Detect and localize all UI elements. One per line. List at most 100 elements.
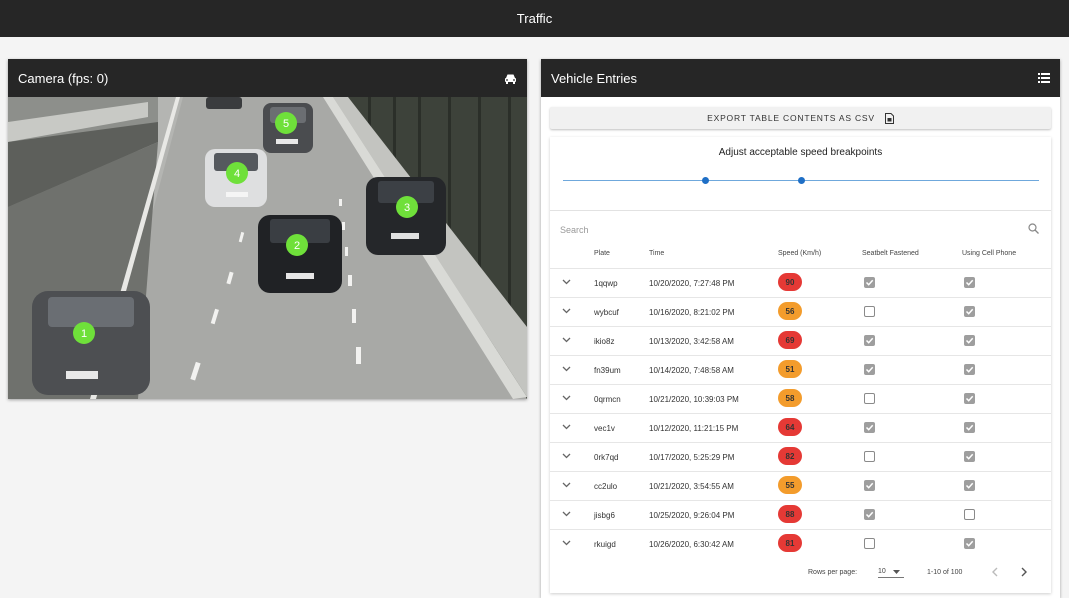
chevron-down-icon[interactable] [562,540,571,546]
cell-phone-checkbox[interactable] [964,538,975,549]
detection-label-5: 5 [283,118,289,130]
cell-phone-checkbox[interactable] [964,277,975,288]
table-row[interactable]: 1qqwp 10/20/2020, 7:27:48 PM 90 [550,268,1051,297]
menu-icon[interactable] [1038,73,1050,83]
cell-phone-checkbox[interactable] [964,335,975,346]
export-csv-button[interactable]: EXPORT TABLE CONTENTS AS CSV [550,107,1051,129]
cell-phone-checkbox[interactable] [964,393,975,404]
plate-cell: jisbg6 [594,511,615,520]
seatbelt-checkbox[interactable] [864,364,875,375]
cell-phone-checkbox[interactable] [964,306,975,317]
detection-label-1: 1 [81,328,87,340]
vehicle-entries-header: Vehicle Entries [541,59,1060,97]
plate-cell: 0rk7qd [594,453,619,462]
speed-badge: 51 [778,360,802,378]
divider [550,210,1051,211]
speed-value: 82 [785,451,795,461]
check-icon [965,366,974,373]
detection-label-4: 4 [234,168,240,180]
detection-marker-4[interactable]: 4 [226,162,248,184]
cell-phone-checkbox[interactable] [964,422,975,433]
vehicle-entries-title: Vehicle Entries [551,70,637,86]
table-row[interactable]: cc2ulo 10/21/2020, 3:54:55 AM 55 [550,471,1051,500]
breakpoints-title: Adjust acceptable speed breakpoints [718,147,883,158]
table-row[interactable]: vec1v 10/12/2020, 11:21:15 PM 64 [550,413,1051,442]
plate-cell: 0qrmcn [594,395,621,404]
seatbelt-checkbox[interactable] [864,422,875,433]
speed-value: 69 [785,335,795,345]
time-cell: 10/20/2020, 7:27:48 PM [649,279,735,288]
check-icon [965,424,974,431]
speed-value: 88 [785,509,795,519]
camera-header: Camera (fps: 0) [8,59,527,97]
table-row[interactable]: rkuigd 10/26/2020, 6:30:42 AM 81 [550,529,1051,558]
seatbelt-checkbox[interactable] [864,335,875,346]
app-title: Traffic [516,11,553,26]
slider-thumb-low[interactable] [702,177,710,184]
search-input[interactable]: Search [560,225,589,235]
app-bar: Traffic [0,0,1069,37]
seatbelt-checkbox[interactable] [864,306,875,317]
seatbelt-checkbox[interactable] [864,451,875,462]
speed-value: 81 [785,538,795,548]
table-row[interactable]: jisbg6 10/25/2020, 9:26:04 PM 88 [550,500,1051,529]
cell-phone-checkbox[interactable] [964,451,975,462]
table-row[interactable]: ikio8z 10/13/2020, 3:42:58 AM 69 [550,326,1051,355]
check-icon [865,482,874,489]
detection-marker-1[interactable]: 1 [73,322,95,344]
speed-badge: 81 [778,534,802,552]
speed-value: 55 [785,480,795,490]
time-cell: 10/17/2020, 5:25:29 PM [649,453,735,462]
detection-marker-2[interactable]: 2 [286,234,308,256]
seatbelt-checkbox[interactable] [864,393,875,404]
column-header-time[interactable]: Time [649,250,664,257]
chevron-down-icon[interactable] [562,424,571,430]
time-cell: 10/26/2020, 6:30:42 AM [649,540,734,549]
table-row[interactable]: 0qrmcn 10/21/2020, 10:39:03 PM 58 [550,384,1051,413]
chevron-down-icon[interactable] [562,395,571,401]
detection-marker-5[interactable]: 5 [275,112,297,134]
car-icon[interactable] [504,73,517,84]
search-icon[interactable] [1028,223,1039,234]
chevron-down-icon[interactable] [562,308,571,314]
chevron-left-icon[interactable] [991,567,998,577]
chevron-down-icon[interactable] [562,279,571,285]
table-row[interactable]: 0rk7qd 10/17/2020, 5:25:29 PM 82 [550,442,1051,471]
camera-feed: 1 2 3 4 5 [8,97,527,399]
detection-marker-3[interactable]: 3 [396,196,418,218]
slider-thumb-high[interactable] [797,177,805,184]
speed-value: 51 [785,364,795,374]
column-header-plate[interactable]: Plate [594,250,610,257]
check-icon [965,279,974,286]
cell-phone-checkbox[interactable] [964,364,975,375]
seatbelt-checkbox[interactable] [864,538,875,549]
plate-cell: vec1v [594,424,615,433]
table-row[interactable]: fn39um 10/14/2020, 7:48:58 AM 51 [550,355,1051,384]
speed-badge: 82 [778,447,802,465]
chevron-down-icon[interactable] [562,511,571,517]
chevron-down-icon[interactable] [562,337,571,343]
seatbelt-checkbox[interactable] [864,277,875,288]
column-header-phone[interactable]: Using Cell Phone [962,250,1016,257]
cell-phone-checkbox[interactable] [964,509,975,520]
seatbelt-checkbox[interactable] [864,509,875,520]
seatbelt-checkbox[interactable] [864,480,875,491]
camera-title: Camera (fps: 0) [18,70,109,86]
plate-cell: 1qqwp [594,279,618,288]
column-header-speed[interactable]: Speed (Km/h) [778,250,821,257]
chevron-down-icon[interactable] [562,482,571,488]
speed-value: 90 [785,277,795,287]
entries-card: Adjust acceptable speed breakpoints Sear… [550,137,1051,593]
chevron-right-icon[interactable] [1021,567,1028,577]
rows-per-page-select[interactable]: 10 [878,567,904,578]
chevron-down-icon[interactable] [562,366,571,372]
column-header-seatbelt[interactable]: Seatbelt Fastened [862,250,919,257]
time-cell: 10/21/2020, 3:54:55 AM [649,482,734,491]
table-row[interactable]: wybcuf 10/16/2020, 8:21:02 PM 56 [550,297,1051,326]
cell-phone-checkbox[interactable] [964,480,975,491]
check-icon [865,424,874,431]
time-cell: 10/14/2020, 7:48:58 AM [649,366,734,375]
speed-badge: 58 [778,389,802,407]
speed-value: 64 [785,422,795,432]
chevron-down-icon[interactable] [562,453,571,459]
